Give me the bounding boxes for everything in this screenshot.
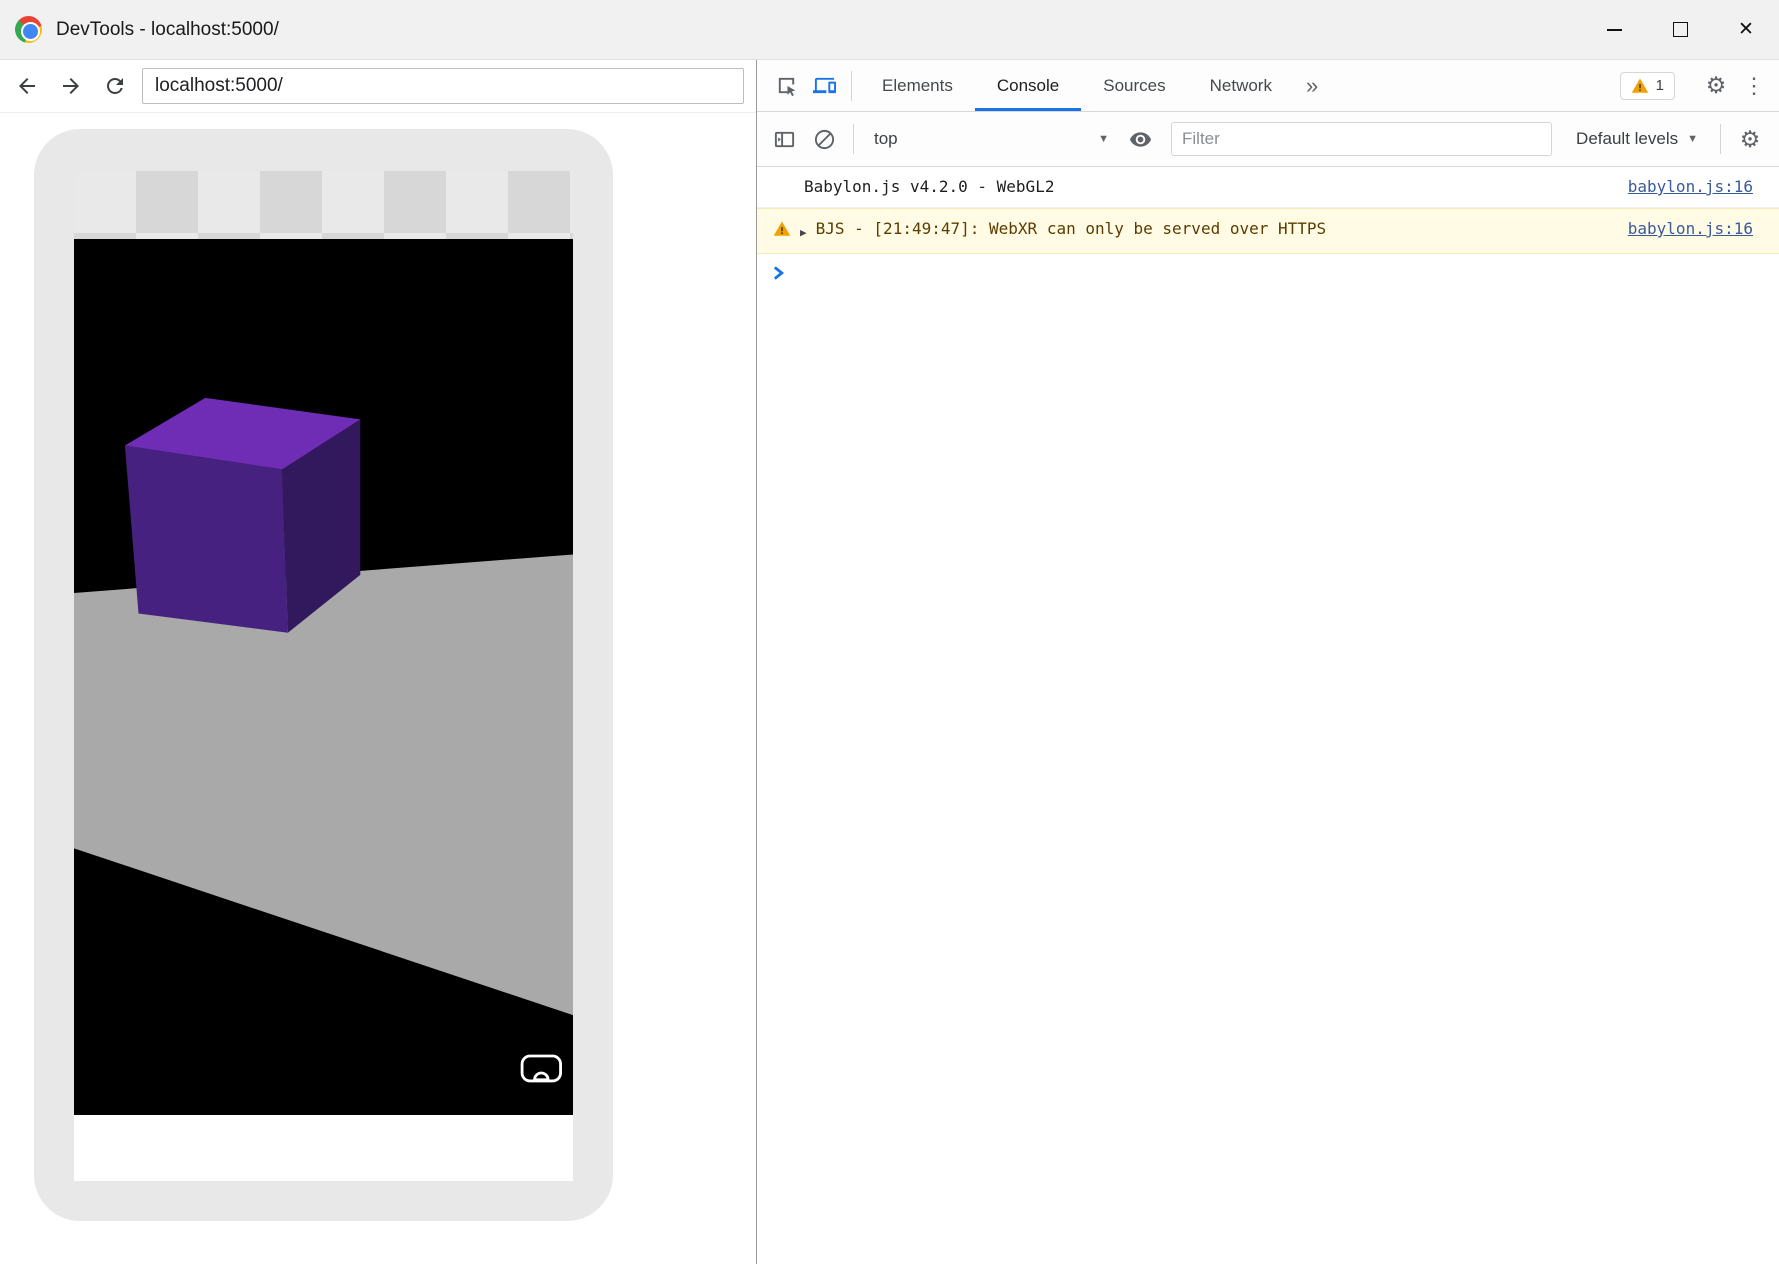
devtools-menu-button[interactable]: ⋮ <box>1735 67 1773 105</box>
warning-count-badge[interactable]: 1 <box>1620 72 1675 100</box>
tab-elements[interactable]: Elements <box>860 60 975 111</box>
babylon-scene <box>74 239 573 1115</box>
cube-front-face <box>125 446 288 633</box>
maximize-button[interactable] <box>1647 0 1713 59</box>
clear-console-button[interactable] <box>805 120 843 158</box>
device-statusbar-placeholder <box>74 171 573 239</box>
warning-triangle-icon <box>773 220 791 238</box>
tab-sources[interactable]: Sources <box>1081 60 1187 111</box>
message-text: Babylon.js v4.2.0 - WebGL2 <box>804 176 1054 198</box>
separator <box>1720 124 1721 154</box>
device-toolbar-icon <box>813 74 836 97</box>
inspect-cursor-icon <box>775 74 798 97</box>
window-title: DevTools - localhost:5000/ <box>56 19 279 41</box>
forward-button[interactable] <box>54 69 88 103</box>
more-tabs-button[interactable]: » <box>1294 73 1330 99</box>
console-toolbar: top ▼ Default levels ▼ ⚙ <box>757 112 1779 167</box>
expand-caret-icon[interactable]: ▶ <box>800 222 807 244</box>
devtools-settings-button[interactable]: ⚙ <box>1697 67 1735 105</box>
chevron-down-icon: ▼ <box>1687 133 1698 145</box>
browser-pane <box>0 60 757 1264</box>
log-levels-dropdown[interactable]: Default levels ▼ <box>1564 129 1710 149</box>
vr-goggles-button[interactable] <box>522 1056 560 1081</box>
console-settings-button[interactable]: ⚙ <box>1731 120 1769 158</box>
close-button[interactable]: ✕ <box>1713 0 1779 59</box>
console-sidebar-icon <box>773 128 796 151</box>
prompt-chevron-icon <box>773 266 785 280</box>
back-button[interactable] <box>10 69 44 103</box>
console-message-info: Babylon.js v4.2.0 - WebGL2 babylon.js:16 <box>757 167 1779 208</box>
arrow-back-icon <box>15 74 39 98</box>
kebab-menu-icon: ⋮ <box>1743 75 1765 97</box>
warning-triangle-icon <box>1631 77 1649 95</box>
maximize-icon <box>1673 22 1688 37</box>
warning-count: 1 <box>1656 77 1664 94</box>
reload-button[interactable] <box>98 69 132 103</box>
gear-icon: ⚙ <box>1706 74 1727 97</box>
separator <box>851 71 852 101</box>
address-bar[interactable] <box>142 68 744 104</box>
minimize-icon <box>1607 29 1622 31</box>
levels-label: Default levels <box>1576 129 1678 149</box>
clear-console-icon <box>813 128 836 151</box>
window-controls: ✕ <box>1581 0 1779 59</box>
device-frame <box>34 129 613 1221</box>
ground-plane <box>74 554 573 1015</box>
console-filter-input[interactable] <box>1171 122 1552 156</box>
reload-icon <box>103 74 127 98</box>
javascript-context-selector[interactable]: top ▼ <box>864 121 1119 157</box>
device-toolbar-toggle[interactable] <box>805 67 843 105</box>
device-screen <box>74 171 573 1181</box>
gear-icon: ⚙ <box>1740 128 1761 151</box>
device-emulation-viewport <box>0 113 756 1264</box>
live-expression-button[interactable] <box>1121 120 1159 158</box>
source-link[interactable]: babylon.js:16 <box>1598 218 1753 240</box>
window-titlebar: DevTools - localhost:5000/ ✕ <box>0 0 1779 60</box>
close-icon: ✕ <box>1738 20 1754 39</box>
console-message-warning: ▶ BJS - [21:49:47]: WebXR can only be se… <box>757 208 1779 254</box>
tab-console[interactable]: Console <box>975 60 1081 111</box>
eye-icon <box>1129 128 1152 151</box>
message-text: BJS - [21:49:47]: WebXR can only be serv… <box>816 218 1327 240</box>
devtools-pane: Elements Console Sources Network » 1 ⚙ ⋮ <box>757 60 1779 1264</box>
device-screen-bottom <box>74 1115 573 1181</box>
console-messages: Babylon.js v4.2.0 - WebGL2 babylon.js:16… <box>757 167 1779 1264</box>
browser-navbar <box>0 60 756 113</box>
console-sidebar-toggle[interactable] <box>765 120 803 158</box>
chrome-icon <box>15 16 42 43</box>
context-label: top <box>874 129 898 149</box>
source-link[interactable]: babylon.js:16 <box>1598 176 1753 198</box>
main-split: Elements Console Sources Network » 1 ⚙ ⋮ <box>0 60 1779 1264</box>
console-prompt[interactable] <box>757 254 1779 280</box>
devtools-tabbar: Elements Console Sources Network » 1 ⚙ ⋮ <box>757 60 1779 112</box>
separator <box>853 124 854 154</box>
tab-network[interactable]: Network <box>1188 60 1294 111</box>
minimize-button[interactable] <box>1581 0 1647 59</box>
inspect-element-button[interactable] <box>767 67 805 105</box>
chevron-down-icon: ▼ <box>1098 133 1109 145</box>
webgl-canvas[interactable] <box>74 239 573 1115</box>
arrow-forward-icon <box>59 74 83 98</box>
